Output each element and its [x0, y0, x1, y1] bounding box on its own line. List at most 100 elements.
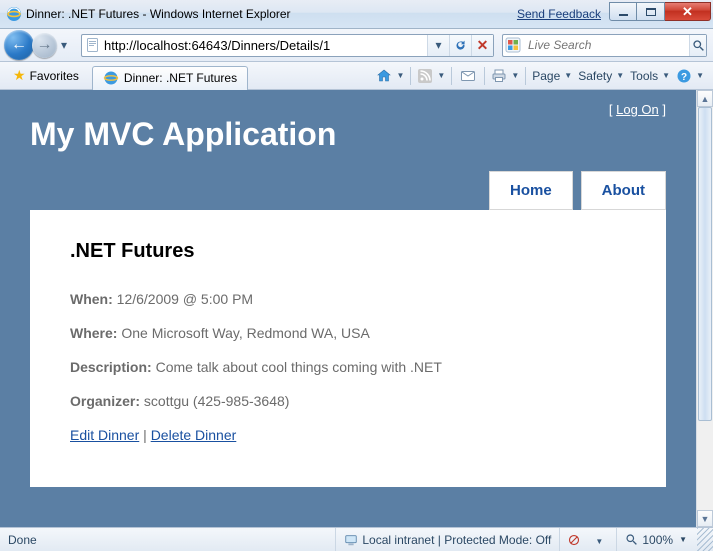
main-content: .NET Futures When: 12/6/2009 @ 5:00 PM W…	[30, 210, 666, 487]
zone-text: Local intranet | Protected Mode: Off	[362, 533, 551, 547]
separator	[410, 67, 411, 85]
home-icon	[376, 68, 392, 84]
action-links: Edit Dinner | Delete Dinner	[70, 427, 626, 443]
back-button[interactable]: ←	[4, 30, 34, 60]
maximize-icon	[646, 8, 656, 16]
address-bar: ▾ ✕	[81, 34, 494, 57]
chevron-down-icon: ▼	[701, 514, 710, 524]
nav-home[interactable]: Home	[489, 171, 573, 210]
content-viewport: [ Log On ] My MVC Application Home About…	[0, 90, 713, 527]
stop-button[interactable]: ✕	[471, 35, 493, 56]
arrow-left-icon: ←	[11, 36, 27, 54]
organizer-label: Organizer:	[70, 393, 140, 409]
rss-icon	[417, 68, 433, 84]
organizer-value: scottgu (425-985-3648)	[144, 393, 290, 409]
tools-menu-button[interactable]: Tools ▼	[627, 64, 673, 88]
minimize-icon	[619, 14, 628, 16]
computer-icon	[344, 533, 358, 547]
home-cmd-button[interactable]: ▼	[373, 64, 407, 88]
window-close-button[interactable]: ✕	[665, 2, 711, 21]
ie-app-icon	[6, 6, 22, 22]
history-dropdown[interactable]: ▾	[57, 35, 71, 55]
window-title: Dinner: .NET Futures - Windows Internet …	[26, 7, 291, 21]
live-search-icon	[505, 37, 521, 53]
where-row: Where: One Microsoft Way, Redmond WA, US…	[70, 325, 626, 341]
window-maximize-button[interactable]	[637, 2, 665, 21]
separator	[484, 67, 485, 85]
search-icon	[692, 39, 705, 52]
status-icon-slot[interactable]: ▼	[590, 533, 608, 547]
chevron-down-icon: ▼	[564, 71, 572, 80]
login-area: [ Log On ]	[609, 102, 666, 117]
arrow-right-icon: →	[37, 36, 53, 54]
delete-dinner-link[interactable]: Delete Dinner	[151, 427, 237, 443]
page-icon	[85, 37, 101, 53]
logon-link[interactable]: Log On	[616, 102, 659, 117]
mail-icon	[460, 68, 476, 84]
address-dropdown[interactable]: ▾	[427, 35, 449, 56]
search-button[interactable]	[689, 35, 706, 56]
zoom-value: 100%	[642, 533, 673, 547]
feeds-cmd-button[interactable]: ▼	[414, 64, 448, 88]
when-label: When:	[70, 291, 113, 307]
printer-icon	[491, 68, 507, 84]
search-input[interactable]	[524, 36, 689, 55]
chevron-down-icon: ▼	[616, 71, 624, 80]
edit-dinner-link[interactable]: Edit Dinner	[70, 427, 139, 443]
address-input[interactable]	[104, 36, 427, 55]
browser-tab[interactable]: Dinner: .NET Futures	[92, 66, 248, 90]
resize-grip[interactable]	[697, 528, 713, 551]
zoom-control[interactable]: 100% ▼	[616, 528, 695, 551]
ie-page-icon	[103, 70, 119, 86]
favorites-button[interactable]: ★ Favorites	[6, 65, 86, 87]
favorites-label: Favorites	[30, 69, 79, 83]
status-icon-slot[interactable]	[568, 534, 586, 546]
security-zone[interactable]: Local intranet | Protected Mode: Off	[335, 528, 559, 551]
print-cmd-button[interactable]: ▼	[488, 64, 522, 88]
safety-menu-button[interactable]: Safety ▼	[575, 64, 627, 88]
scroll-track[interactable]	[697, 107, 713, 510]
chevron-up-icon: ▲	[701, 94, 710, 104]
description-value: Come talk about cool things coming with …	[156, 359, 442, 375]
refresh-icon	[454, 39, 467, 52]
tab-title: Dinner: .NET Futures	[124, 71, 237, 85]
favorites-bar: ★ Favorites Dinner: .NET Futures ▼ ▼ ▼ P…	[0, 62, 713, 90]
svg-text:?: ?	[681, 72, 687, 83]
status-bar: Done Local intranet | Protected Mode: Of…	[0, 527, 713, 551]
help-cmd-button[interactable]: ? ▼	[673, 64, 707, 88]
refresh-button[interactable]	[449, 35, 471, 56]
vertical-scrollbar[interactable]: ▲ ▼	[696, 90, 713, 527]
where-value: One Microsoft Way, Redmond WA, USA	[121, 325, 369, 341]
chevron-down-icon: ▾	[435, 38, 441, 52]
status-icons: ▼	[559, 528, 616, 551]
chevron-down-icon: ▼	[437, 71, 445, 80]
readmail-cmd-button[interactable]	[455, 64, 481, 88]
send-feedback-link[interactable]: Send Feedback	[517, 7, 601, 21]
status-done: Done	[0, 528, 180, 551]
site-nav: Home About	[0, 171, 696, 210]
star-icon: ★	[13, 67, 26, 84]
chevron-down-icon: ▼	[696, 71, 704, 80]
organizer-row: Organizer: scottgu (425-985-3648)	[70, 393, 626, 409]
shield-off-icon	[568, 534, 580, 546]
navigation-toolbar: ← → ▾ ▾ ✕	[0, 29, 713, 62]
page-body: [ Log On ] My MVC Application Home About…	[0, 90, 696, 527]
description-row: Description: Come talk about cool things…	[70, 359, 626, 375]
when-value: 12/6/2009 @ 5:00 PM	[117, 291, 253, 307]
chevron-down-icon: ▼	[679, 535, 687, 544]
chevron-down-icon: ▼	[595, 537, 603, 546]
window-minimize-button[interactable]	[609, 2, 637, 21]
page-menu-button[interactable]: Page ▼	[529, 64, 575, 88]
chevron-down-icon: ▼	[662, 71, 670, 80]
forward-button[interactable]: →	[32, 33, 57, 58]
command-bar: ▼ ▼ ▼ Page ▼ Safety ▼ Tools ▼ ?	[373, 64, 707, 88]
nav-about[interactable]: About	[581, 171, 666, 210]
separator	[451, 67, 452, 85]
where-label: Where:	[70, 325, 117, 341]
zoom-icon	[625, 533, 638, 546]
scroll-down-button[interactable]: ▼	[697, 510, 713, 527]
description-label: Description:	[70, 359, 152, 375]
stop-icon: ✕	[477, 37, 489, 54]
scroll-thumb[interactable]	[698, 107, 712, 421]
scroll-up-button[interactable]: ▲	[697, 90, 713, 107]
